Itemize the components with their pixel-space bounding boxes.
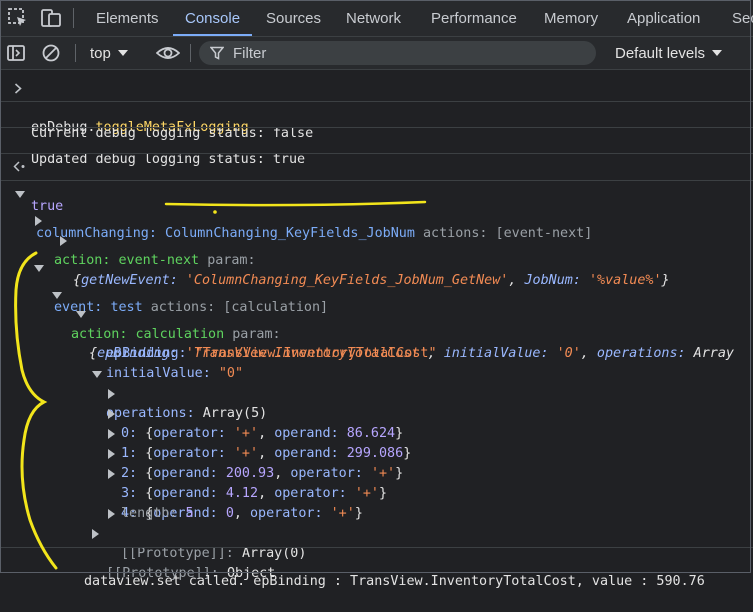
annotation-brace xyxy=(14,251,58,570)
annotation-overlay xyxy=(14,200,427,570)
annotation-underline xyxy=(164,200,427,207)
annotation-dot xyxy=(213,210,217,214)
log-text: dataview.set called. epBinding : TransVi… xyxy=(84,574,705,589)
